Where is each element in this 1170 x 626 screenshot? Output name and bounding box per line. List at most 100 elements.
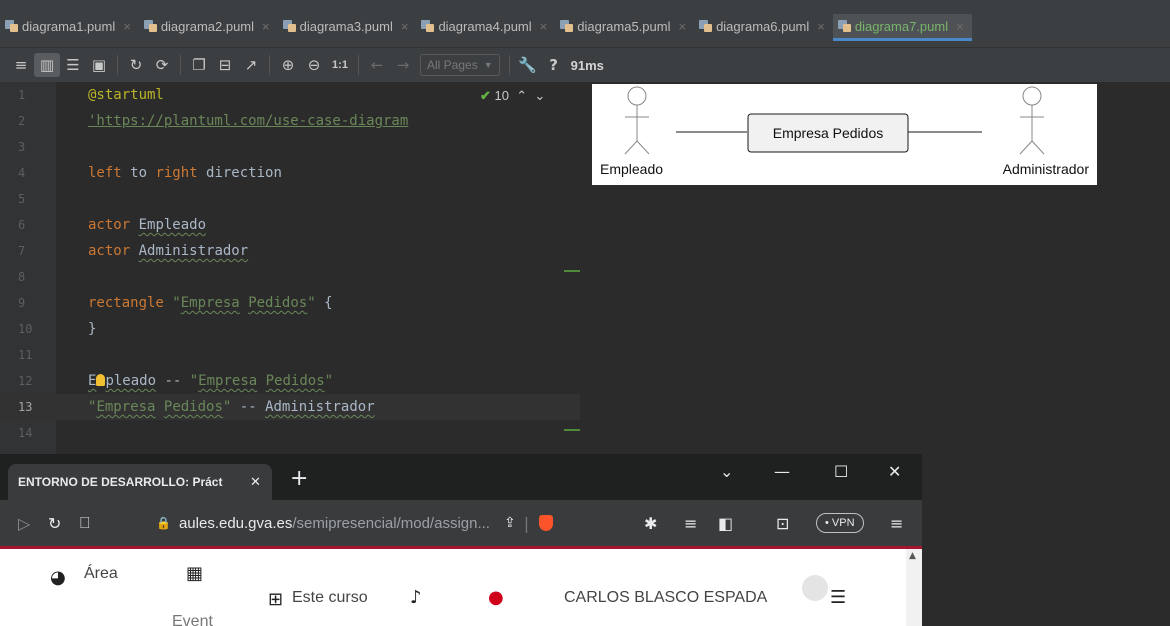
- code-line[interactable]: 9 rectangle "Empresa Pedidos" {: [0, 290, 580, 316]
- line-number: 10: [18, 322, 33, 336]
- actual-size-button[interactable]: 1:1: [327, 53, 353, 77]
- split-view-icon[interactable]: ▥: [34, 53, 60, 77]
- share-icon[interactable]: ⇪: [504, 515, 516, 531]
- close-tab-icon[interactable]: ×: [540, 19, 548, 34]
- reload-icon[interactable]: ↻: [48, 500, 61, 546]
- extensions-icon[interactable]: ✱: [644, 500, 657, 546]
- code-line-current[interactable]: 13 "Empresa Pedidos" -- Administrador: [0, 394, 580, 420]
- plantuml-file-icon: [4, 19, 18, 33]
- close-window-button[interactable]: ✕: [888, 462, 901, 481]
- code-line[interactable]: 3: [0, 134, 580, 160]
- user-name[interactable]: CARLOS BLASCO ESPADA: [564, 589, 767, 607]
- chevron-up-icon[interactable]: ⌃: [513, 88, 527, 103]
- code-line[interactable]: 14: [0, 420, 580, 446]
- pages-select[interactable]: All Pages ▼: [420, 54, 500, 76]
- scroll-up-arrow-icon[interactable]: ▲: [909, 551, 916, 561]
- nav-this-course-link[interactable]: Este curso: [292, 589, 368, 607]
- code-text: actor Administrador: [88, 243, 249, 259]
- editor-tab-diagrama4[interactable]: diagrama4.puml ×: [416, 14, 555, 38]
- help-button[interactable]: ?: [541, 53, 567, 77]
- calendar-icon[interactable]: ▦: [186, 563, 203, 584]
- lightbulb-icon[interactable]: [96, 374, 106, 386]
- nav-area-link[interactable]: Área: [84, 565, 118, 583]
- browser-tab-strip: ENTORNO DE DESARROLLO: Práct ✕ + ⌄ — ☐ ✕: [0, 454, 922, 500]
- editor-tab-diagrama2[interactable]: diagrama2.puml ×: [139, 14, 278, 38]
- playlist-icon[interactable]: ≡: [684, 500, 697, 546]
- address-bar[interactable]: 🔒 aules.edu.gva.es/semipresencial/mod/as…: [146, 507, 578, 539]
- actor-empleado-figure: [624, 86, 650, 155]
- brave-shield-icon[interactable]: [539, 515, 554, 531]
- close-tab-icon[interactable]: ×: [262, 19, 270, 34]
- drawer-toggle-icon[interactable]: ☰: [830, 587, 846, 608]
- close-tab-icon[interactable]: ✕: [250, 475, 261, 490]
- copy-icon[interactable]: ❐: [186, 53, 212, 77]
- plantuml-file-icon: [420, 19, 435, 33]
- save-icon[interactable]: ⊟: [212, 53, 238, 77]
- nav-events-partial[interactable]: Event: [172, 613, 213, 626]
- line-number: 7: [18, 244, 26, 258]
- editor-tab-diagrama6[interactable]: diagrama6.puml ×: [694, 14, 833, 38]
- toolbar-separator: [269, 55, 270, 75]
- maximize-button[interactable]: ☐: [834, 462, 848, 481]
- browser-tab[interactable]: ENTORNO DE DESARROLLO: Práct ✕: [8, 464, 272, 500]
- next-page-icon[interactable]: →: [390, 53, 416, 77]
- code-line[interactable]: 11: [0, 342, 580, 368]
- tab-label: diagrama5.puml: [577, 18, 671, 34]
- editor-tab-diagrama7[interactable]: diagrama7.puml ×: [832, 14, 972, 41]
- code-line[interactable]: 10 }: [0, 316, 580, 342]
- code-line[interactable]: 5: [0, 186, 580, 212]
- close-tab-icon[interactable]: ×: [817, 19, 825, 34]
- actor-administrador-figure: [1019, 86, 1045, 155]
- editor-tab-diagrama3[interactable]: diagrama3.puml ×: [278, 14, 417, 38]
- code-line[interactable]: 7 actor Administrador: [0, 238, 580, 264]
- code-line[interactable]: 12 Epleado -- "Empresa Pedidos": [0, 368, 580, 394]
- close-tab-icon[interactable]: ×: [123, 19, 131, 34]
- zoom-in-icon[interactable]: ⊕: [275, 53, 301, 77]
- code-editor[interactable]: 1 @startuml 2 'https://plantuml.com/use-…: [0, 82, 580, 454]
- dashboard-gauge-icon[interactable]: ◕: [50, 567, 66, 588]
- avatar[interactable]: [802, 575, 828, 601]
- show-preview-icon[interactable]: ▣: [86, 53, 112, 77]
- code-line[interactable]: 2 'https://plantuml.com/use-case-diagram: [0, 108, 580, 134]
- screen: diagrama1.puml × diagrama2.puml × diagra…: [0, 0, 1170, 626]
- editor-only-icon[interactable]: ≡: [8, 53, 34, 77]
- code-line[interactable]: 8: [0, 264, 580, 290]
- editor-tab-diagrama5[interactable]: diagrama5.puml ×: [555, 14, 694, 38]
- vpn-button[interactable]: • VPN: [816, 513, 864, 533]
- plantuml-file-icon: [837, 19, 851, 33]
- wallet-icon[interactable]: ⊡: [776, 500, 789, 546]
- editor-tab-diagrama1[interactable]: diagrama1.puml ×: [0, 14, 139, 38]
- open-external-icon[interactable]: ↗: [238, 53, 264, 77]
- refresh-icon[interactable]: ↻: [123, 53, 149, 77]
- new-tab-button[interactable]: +: [290, 466, 308, 491]
- messages-chat-icon[interactable]: ●: [488, 587, 504, 608]
- close-tab-icon[interactable]: ×: [401, 19, 409, 34]
- bookmark-icon[interactable]: ⎕: [80, 500, 90, 546]
- plantuml-file-icon: [143, 19, 157, 33]
- code-text: 'https://plantuml.com/use-case-diagram: [88, 113, 409, 129]
- sync-icon[interactable]: ⟳: [149, 53, 175, 77]
- tab-label: diagrama1.puml: [22, 18, 116, 34]
- close-tab-icon[interactable]: ×: [956, 19, 964, 34]
- inspection-widget[interactable]: ✔ 10 ⌃ ⌄: [480, 88, 545, 104]
- notifications-bell-icon[interactable]: ♪: [410, 587, 422, 608]
- code-line[interactable]: 4 left to right direction: [0, 160, 580, 186]
- menu-icon[interactable]: ≡: [890, 500, 903, 546]
- web-page: ◕ Área ▦ Event ⊞ Este curso ♪ ● CARLOS B…: [0, 549, 922, 626]
- sidebar-icon[interactable]: ◧: [718, 500, 733, 546]
- code-line[interactable]: 6 actor Empleado: [0, 212, 580, 238]
- forward-icon[interactable]: ▷: [18, 500, 30, 546]
- sitemap-icon[interactable]: ⊞: [268, 589, 283, 610]
- editor-tab-bar: diagrama1.puml × diagrama2.puml × diagra…: [0, 0, 1170, 48]
- show-editor-icon[interactable]: ☰: [60, 53, 86, 77]
- settings-wrench-icon[interactable]: 🔧: [515, 53, 541, 77]
- zoom-out-icon[interactable]: ⊖: [301, 53, 327, 77]
- page-scrollbar[interactable]: ▲: [906, 549, 922, 626]
- line-number: 9: [18, 296, 26, 310]
- chevron-down-icon[interactable]: ⌄: [531, 88, 545, 103]
- minimize-button[interactable]: —: [774, 462, 790, 481]
- lock-icon[interactable]: 🔒: [156, 516, 171, 530]
- close-tab-icon[interactable]: ×: [678, 19, 686, 34]
- tab-search-icon[interactable]: ⌄: [720, 462, 733, 481]
- previous-page-icon[interactable]: ←: [364, 53, 390, 77]
